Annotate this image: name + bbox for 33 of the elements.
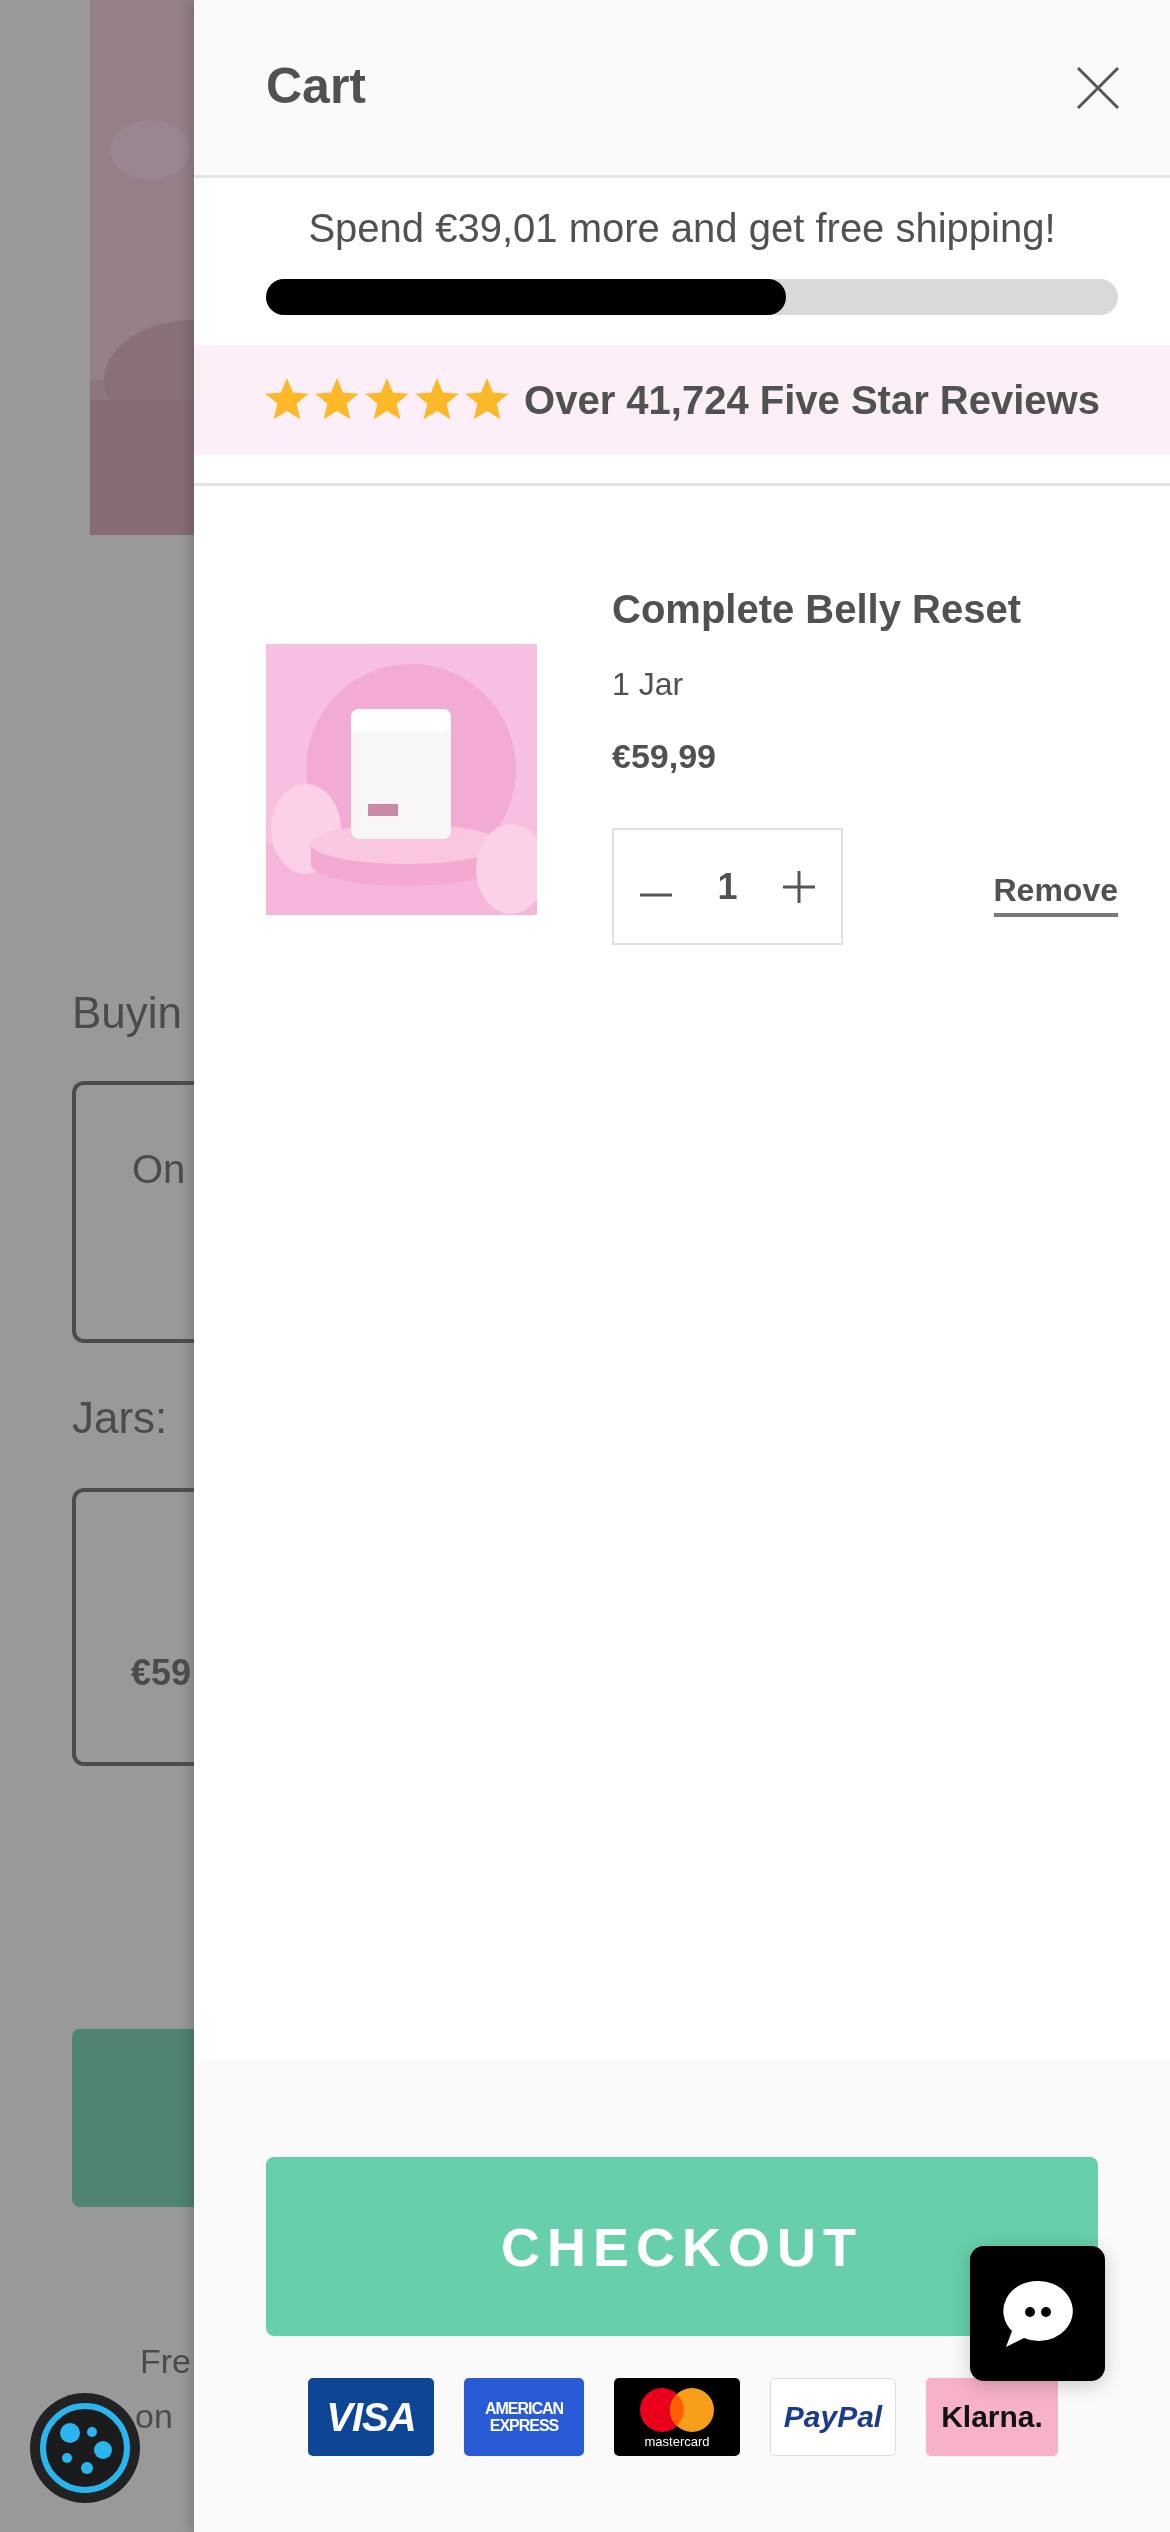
section-heading: Buyin: [72, 987, 184, 1039]
star-icon: [314, 378, 361, 422]
payment-logo: AMERICAN EXPRESS: [464, 2378, 584, 2456]
footer-text: Fre: [140, 2341, 192, 2382]
close-icon: [1076, 65, 1120, 110]
star-icon: [414, 378, 461, 422]
payment-logo: VISA: [308, 2378, 434, 2456]
remove-link[interactable]: Remove: [993, 872, 1118, 917]
minus-icon: [638, 892, 674, 897]
close-button[interactable]: [1076, 65, 1120, 110]
plus-icon: [781, 868, 817, 905]
shipping-message: Spend €39,01 more and get free shipping!: [307, 206, 1057, 251]
payment-logo: Klarna.: [926, 2378, 1058, 2456]
payment-logo: PayPal: [770, 2378, 896, 2456]
checkout-button[interactable]: CHECKOUT: [266, 2157, 1098, 2336]
plus-button[interactable]: [781, 868, 817, 905]
product-price: €59,99: [612, 737, 717, 776]
star-icon: [364, 378, 411, 422]
quantity-field[interactable]: 1: [702, 865, 753, 908]
star-icon: [264, 378, 311, 422]
jars-label: Jars:: [72, 1392, 169, 1444]
star-icon: [464, 378, 511, 422]
product-variant: 1 Jar: [612, 666, 685, 703]
chat-button[interactable]: [970, 2246, 1105, 2381]
option-label: On: [132, 1147, 186, 1192]
mastercard-logo: mastercard: [614, 2378, 740, 2456]
accessibility-icon: [37, 2400, 133, 2496]
footer-text: on: [135, 2396, 174, 2437]
chat-icon: [1001, 2278, 1074, 2349]
jar-price: €59: [131, 1652, 192, 1694]
product-name: Complete Belly Reset: [612, 586, 1023, 633]
cart-title: Cart: [266, 56, 367, 115]
reviews-text: Over 41,724 Five Star Reviews: [524, 377, 1100, 423]
